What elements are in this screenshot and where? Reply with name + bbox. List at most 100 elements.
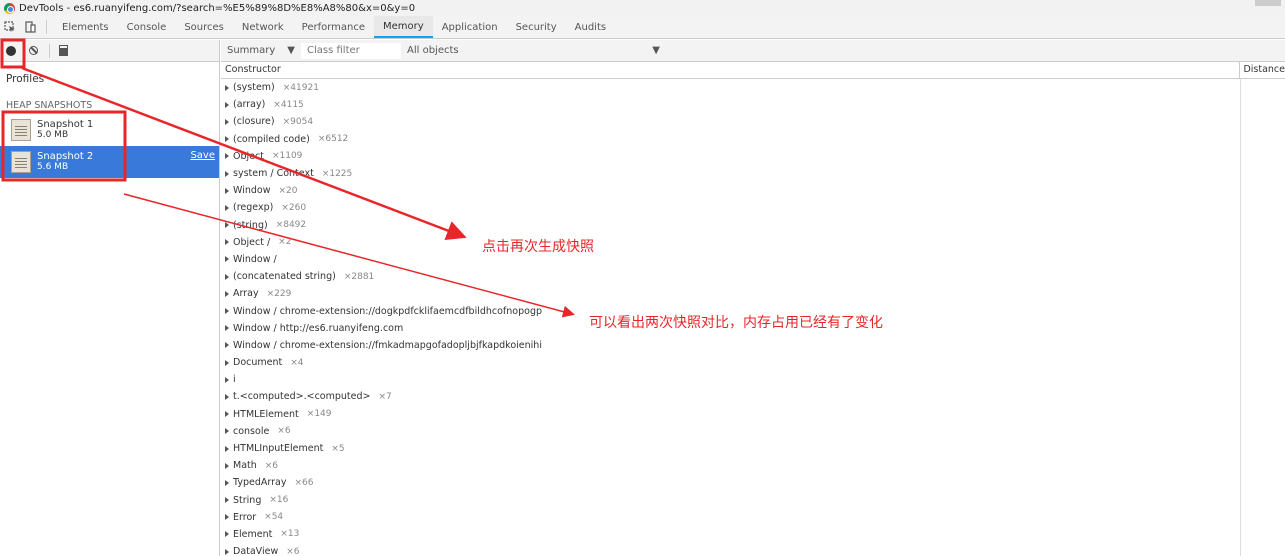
expand-triangle-icon[interactable]	[225, 462, 229, 469]
table-row[interactable]: Window / chrome-extension://fmkadmapgofa…	[221, 337, 1285, 354]
expand-triangle-icon[interactable]	[225, 136, 229, 143]
table-row[interactable]: Document ×4	[221, 354, 1285, 371]
expand-triangle-icon[interactable]	[225, 479, 229, 486]
instance-count: ×260	[281, 202, 307, 213]
expand-triangle-icon[interactable]	[225, 411, 229, 418]
table-row[interactable]: Array ×229	[221, 285, 1285, 302]
expand-triangle-icon[interactable]	[225, 273, 229, 280]
heap-snapshots-header: HEAP SNAPSHOTS	[6, 100, 93, 111]
tab-console[interactable]: Console	[118, 16, 176, 38]
tab-application[interactable]: Application	[433, 16, 507, 38]
table-row[interactable]: (regexp) ×260	[221, 199, 1285, 216]
constructor-name: (concatenated string)	[233, 271, 336, 283]
tab-network[interactable]: Network	[233, 16, 293, 38]
table-row[interactable]: console ×6	[221, 423, 1285, 440]
instance-count: ×6	[277, 426, 291, 437]
table-row[interactable]: TypedArray ×66	[221, 474, 1285, 491]
device-toolbar-icon[interactable]	[20, 16, 40, 38]
table-row[interactable]: Error ×54	[221, 509, 1285, 526]
instance-count: ×2	[278, 237, 292, 248]
instance-count: ×6	[286, 546, 300, 556]
expand-triangle-icon[interactable]	[225, 342, 229, 349]
table-row[interactable]: HTMLInputElement ×5	[221, 440, 1285, 457]
expand-triangle-icon[interactable]	[225, 256, 229, 263]
expand-triangle-icon[interactable]	[225, 222, 229, 229]
record-icon	[6, 45, 16, 56]
clear-profiles-icon[interactable]	[23, 41, 43, 61]
window-control[interactable]	[1255, 0, 1281, 6]
tab-performance[interactable]: Performance	[293, 16, 374, 38]
inspect-element-icon[interactable]	[0, 16, 20, 38]
expand-triangle-icon[interactable]	[225, 445, 229, 452]
constructor-name: i	[233, 374, 236, 386]
table-row[interactable]: Object / ×2	[221, 234, 1285, 251]
table-row[interactable]: i	[221, 371, 1285, 388]
expand-triangle-icon[interactable]	[225, 376, 229, 383]
tab-security[interactable]: Security	[507, 16, 566, 38]
table-row[interactable]: system / Context ×1225	[221, 165, 1285, 182]
table-row[interactable]: Object ×1109	[221, 148, 1285, 165]
table-row[interactable]: Window /	[221, 251, 1285, 268]
table-row[interactable]: (compiled code) ×6512	[221, 131, 1285, 148]
table-row[interactable]: (string) ×8492	[221, 217, 1285, 234]
expand-triangle-icon[interactable]	[225, 170, 229, 177]
expand-triangle-icon[interactable]	[225, 428, 229, 435]
expand-triangle-icon[interactable]	[225, 153, 229, 160]
table-row[interactable]: (array) ×4115	[221, 96, 1285, 113]
expand-triangle-icon[interactable]	[225, 101, 229, 108]
distance-column-header[interactable]: Distance	[1239, 62, 1285, 78]
table-row[interactable]: (concatenated string) ×2881	[221, 268, 1285, 285]
constructor-name: (array)	[233, 99, 266, 111]
expand-triangle-icon[interactable]	[225, 359, 229, 366]
table-row[interactable]: String ×16	[221, 492, 1285, 509]
instance-count: ×4	[290, 357, 304, 368]
expand-triangle-icon[interactable]	[225, 290, 229, 297]
expand-triangle-icon[interactable]	[225, 325, 229, 332]
view-select-label: Summary	[227, 45, 276, 56]
expand-triangle-icon[interactable]	[225, 514, 229, 521]
table-row[interactable]: HTMLElement ×149	[221, 406, 1285, 423]
snapshot-item-selected[interactable]: Snapshot 2 5.6 MB Save	[0, 146, 219, 178]
objects-select[interactable]: All objects ▼	[401, 45, 666, 56]
objects-select-label: All objects	[407, 45, 459, 56]
expand-triangle-icon[interactable]	[225, 187, 229, 194]
constructor-name: HTMLElement	[233, 408, 299, 420]
expand-triangle-icon[interactable]	[225, 84, 229, 91]
chevron-down-icon: ▼	[287, 45, 295, 56]
expand-triangle-icon[interactable]	[225, 497, 229, 504]
save-snapshot-link[interactable]: Save	[190, 150, 215, 161]
tab-audits[interactable]: Audits	[566, 16, 615, 38]
table-row[interactable]: t.<computed>.<computed> ×7	[221, 388, 1285, 405]
table-row[interactable]: Math ×6	[221, 457, 1285, 474]
expand-triangle-icon[interactable]	[225, 204, 229, 211]
constructor-name: Error	[233, 511, 257, 523]
constructor-column-header[interactable]: Constructor	[221, 62, 1239, 78]
expand-triangle-icon[interactable]	[225, 531, 229, 538]
window-title: DevTools - es6.ruanyifeng.com/?search=%E…	[19, 2, 416, 14]
constructor-name: Array	[233, 288, 259, 300]
instance-count: ×2881	[343, 271, 375, 282]
table-row[interactable]: Element ×13	[221, 526, 1285, 543]
view-select[interactable]: Summary ▼	[221, 45, 301, 56]
class-filter-input[interactable]	[301, 42, 401, 59]
expand-triangle-icon[interactable]	[225, 239, 229, 246]
constructor-name: Object	[233, 150, 264, 162]
table-row[interactable]: Window ×20	[221, 182, 1285, 199]
expand-triangle-icon[interactable]	[225, 548, 229, 555]
table-row[interactable]: (system) ×41921	[221, 79, 1285, 96]
table-header: Constructor Distance	[221, 62, 1285, 79]
snapshot-item[interactable]: Snapshot 1 5.0 MB	[0, 114, 219, 146]
table-row[interactable]: DataView ×6	[221, 543, 1285, 556]
constructor-name: system / Context	[233, 168, 314, 180]
take-snapshot-button[interactable]	[1, 41, 21, 61]
title-bar: DevTools - es6.ruanyifeng.com/?search=%E…	[0, 0, 1285, 16]
constructor-name: Math	[233, 460, 257, 472]
expand-triangle-icon[interactable]	[225, 118, 229, 125]
expand-triangle-icon[interactable]	[225, 393, 229, 400]
tab-memory[interactable]: Memory	[374, 16, 433, 38]
expand-triangle-icon[interactable]	[225, 308, 229, 315]
trash-icon[interactable]	[56, 41, 70, 61]
table-row[interactable]: (closure) ×9054	[221, 113, 1285, 130]
tab-sources[interactable]: Sources	[175, 16, 233, 38]
tab-elements[interactable]: Elements	[53, 16, 118, 38]
